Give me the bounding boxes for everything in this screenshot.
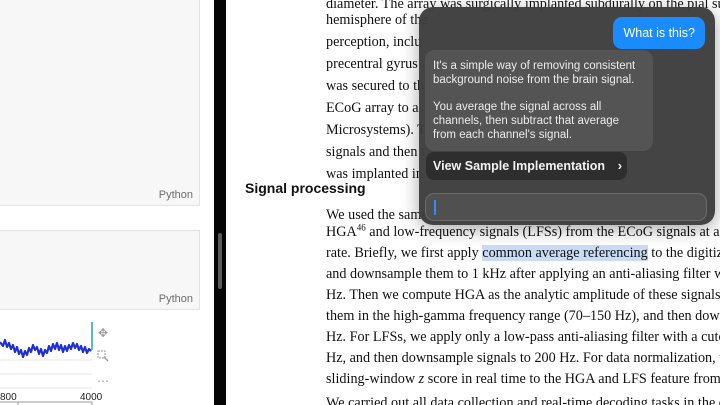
paper-line: them in the high-gamma frequency range (… bbox=[326, 308, 720, 324]
button-label: View Sample Implementation bbox=[433, 159, 606, 173]
code-cell[interactable]: Python bbox=[0, 230, 200, 310]
assistant-input[interactable] bbox=[425, 193, 707, 221]
paper-line: sliding-window z score in real time to t… bbox=[326, 368, 720, 390]
more-icon[interactable]: ⋯ bbox=[96, 374, 110, 388]
text-caret bbox=[434, 200, 436, 215]
paper-line: Hz, and then downsample signals to 200 H… bbox=[326, 350, 720, 366]
signal-line bbox=[0, 338, 92, 359]
paper-line: precentral gyrus a bbox=[326, 56, 428, 72]
resize-handle[interactable] bbox=[218, 233, 222, 289]
cell-language-label: Python bbox=[158, 189, 193, 201]
paper-line: signals and then t bbox=[326, 144, 425, 160]
text-run: and low-frequency signals (LFSs) from th… bbox=[365, 224, 720, 240]
paper-line: and downsample them to 1 kHz after apply… bbox=[326, 266, 720, 282]
chevron-right-icon: › bbox=[617, 158, 623, 173]
highlighted-text[interactable]: common average referencing bbox=[482, 245, 648, 261]
assistant-popup: What is this? It's a simple way of remov… bbox=[419, 7, 715, 225]
zoom-icon[interactable] bbox=[96, 350, 110, 364]
section-heading: Signal processing bbox=[245, 180, 366, 196]
paper-line: Microsystems). T bbox=[326, 122, 426, 138]
paper-line: perception, inclu bbox=[326, 34, 422, 50]
paper-line: was secured to th bbox=[326, 78, 425, 94]
text-run: sliding-window bbox=[326, 371, 419, 387]
plot-toolbar: ✥ ⋯ bbox=[96, 326, 112, 398]
answer-paragraph: You average the signal across all channe… bbox=[433, 101, 620, 141]
user-question-bubble: What is this? bbox=[613, 17, 705, 49]
paper-line: hemisphere of the bbox=[326, 12, 428, 28]
cell-language-label: Python bbox=[158, 293, 193, 305]
text-run: to the digitized bbox=[651, 245, 720, 261]
paper-line: ECoG array to a bbox=[326, 100, 419, 116]
text-run: HGA bbox=[326, 224, 357, 240]
move-icon[interactable]: ✥ bbox=[96, 326, 110, 340]
citation-superscript[interactable]: 46 bbox=[357, 222, 366, 232]
view-sample-implementation-button[interactable]: View Sample Implementation › bbox=[426, 152, 628, 180]
answer-paragraph: It's a simple way of removing consistent… bbox=[433, 60, 636, 86]
text-run: score in real time to the HGA and LFS fe… bbox=[424, 371, 720, 387]
code-cell[interactable]: Python bbox=[0, 0, 200, 206]
paper-line: Hz. Then we compute HGA as the analytic … bbox=[326, 287, 720, 303]
paper-line: Hz. For LFSs, we apply only a low-pass a… bbox=[326, 329, 720, 345]
text-run: rate. Briefly, we first apply bbox=[326, 245, 483, 261]
paper-line: rate. Briefly, we first apply common ave… bbox=[326, 242, 720, 264]
paper-line: We carried out all data collection and r… bbox=[326, 395, 720, 405]
split-divider[interactable] bbox=[214, 0, 226, 405]
notebook-pane: Python Python 800 4000 ✥ ⋯ bbox=[0, 0, 214, 405]
x-tick-label: 800 bbox=[0, 392, 17, 403]
assistant-answer-bubble: It's a simple way of removing consistent… bbox=[425, 50, 653, 151]
